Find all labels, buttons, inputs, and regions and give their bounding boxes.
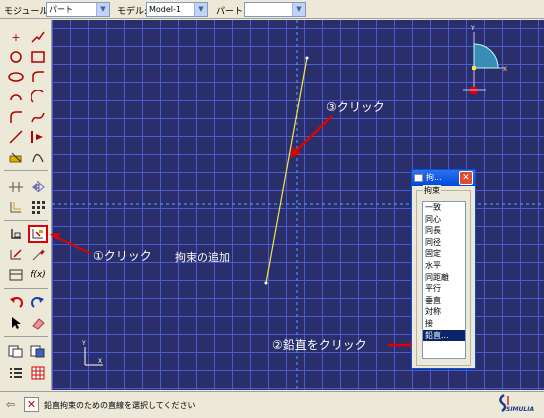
line-endpoint[interactable] bbox=[305, 56, 309, 60]
dialog-title: 拘... bbox=[426, 173, 442, 182]
constraint-list[interactable]: 一致 同心 同長 同径 固定 水平 同距離 平行 垂直 対称 接 鉛直... bbox=[422, 201, 466, 359]
constraint-item-symmetric[interactable]: 対称 bbox=[423, 306, 465, 318]
annotation-step1: ①クリック bbox=[93, 249, 152, 263]
simulia-logo: SIMULIA bbox=[496, 393, 540, 417]
constraint-item-perpendicular[interactable]: 垂直 bbox=[423, 295, 465, 307]
constraint-item-concentric[interactable]: 同心 bbox=[423, 214, 465, 226]
annotation-step1-sub: 拘束の追加 bbox=[175, 251, 230, 264]
annotation-arrow-step3 bbox=[290, 115, 333, 158]
view-triad: Y X bbox=[463, 25, 507, 94]
constraint-item-horizontal[interactable]: 水平 bbox=[423, 260, 465, 272]
constraint-item-fixed[interactable]: 固定 bbox=[423, 248, 465, 260]
axis-y-label: Y bbox=[81, 340, 86, 347]
triad-y-label: Y bbox=[470, 25, 475, 32]
line-endpoint[interactable] bbox=[264, 281, 268, 285]
prompt-text: 鉛直拘束のための直線を選択してください bbox=[44, 401, 196, 410]
cancel-icon[interactable]: ✕ bbox=[24, 397, 39, 412]
constraint-item-tangent[interactable]: 接 bbox=[423, 318, 465, 330]
triad-x-label: X bbox=[503, 66, 507, 73]
constraint-group-label: 拘束 bbox=[423, 185, 441, 196]
dialog-title-bar[interactable]: 拘... ✕ bbox=[412, 170, 475, 186]
constraint-item-parallel[interactable]: 平行 bbox=[423, 283, 465, 295]
abaqus-cae-window: モジュール: パート ▼ モデル: Model-1 ▼ パート: ▼ + f(x… bbox=[0, 0, 544, 418]
constraint-item-coincident[interactable]: 一致 bbox=[423, 202, 465, 214]
constraint-item-equal-length[interactable]: 同長 bbox=[423, 225, 465, 237]
axis-x-label: X bbox=[98, 358, 102, 365]
prompt-area: ⇦ ✕ 鉛直拘束のための直線を選択してください SIMULIA bbox=[0, 391, 544, 418]
constraint-item-equal-distance[interactable]: 同距離 bbox=[423, 272, 465, 284]
constraint-item-equal-radius[interactable]: 同径 bbox=[423, 237, 465, 249]
close-icon[interactable]: ✕ bbox=[459, 171, 473, 185]
sketch-line[interactable] bbox=[265, 57, 308, 284]
annotation-step3: ③クリック bbox=[326, 100, 385, 114]
annotation-step2: ②鉛直をクリック bbox=[272, 338, 367, 352]
constraint-group: 拘束 一致 同心 同長 同径 固定 水平 同距離 平行 垂直 対称 接 鉛直..… bbox=[416, 185, 471, 366]
constraint-dialog: 拘... ✕ 拘束 一致 同心 同長 同径 固定 水平 同距離 平行 垂直 対称… bbox=[411, 169, 476, 369]
window-icon bbox=[414, 174, 423, 182]
annotation-arrow-step1 bbox=[50, 233, 91, 254]
back-arrow-icon[interactable]: ⇦ bbox=[6, 398, 20, 412]
viewport-axis-indicator: Y X bbox=[81, 340, 103, 366]
constraint-item-vertical[interactable]: 鉛直... bbox=[423, 329, 465, 342]
